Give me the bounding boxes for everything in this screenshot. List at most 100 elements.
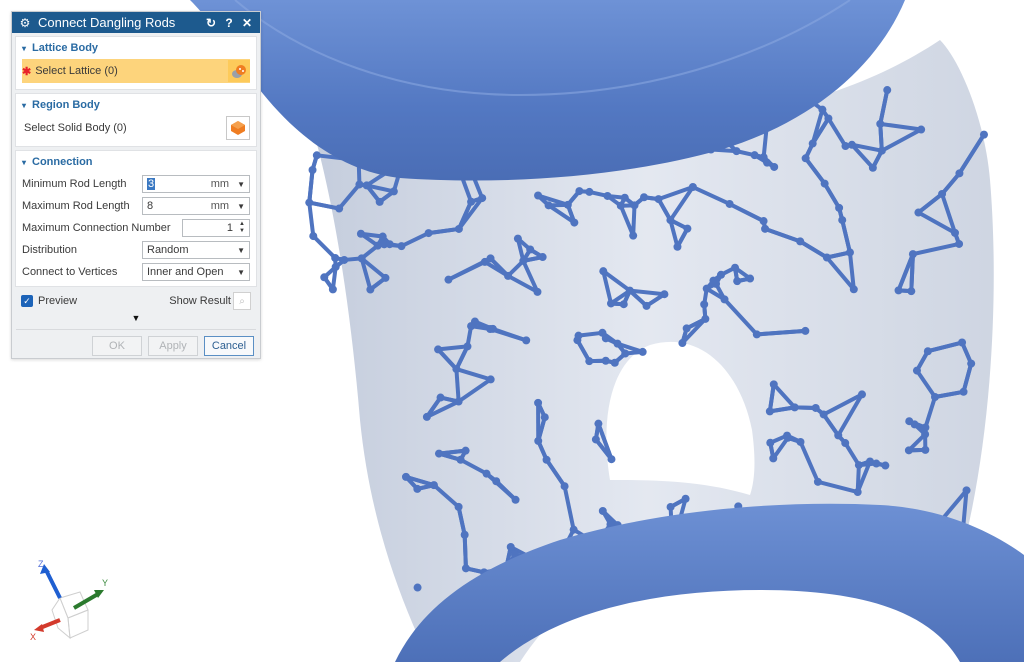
lattice-node [454,224,463,233]
lattice-node [534,398,543,407]
lattice-node [340,255,349,264]
lattice-node [389,187,398,196]
help-icon[interactable]: ? [222,16,236,30]
lattice-node [759,217,768,226]
select-solid-body-label: Select Solid Body (0) [24,122,127,134]
lattice-node [783,431,792,440]
group-lattice-body: ▾ Lattice Body ✱ Select Lattice (0) [15,36,257,90]
lattice-node [717,270,726,279]
lattice-node [355,180,364,189]
unit-label: mm [210,200,230,212]
collapse-triangle-icon: ▾ [22,157,27,167]
lattice-node [683,224,692,233]
spin-up-icon[interactable]: ▲ [239,221,245,228]
preview-checkbox[interactable]: ✓ [21,295,33,307]
lattice-node [630,201,639,210]
max-rod-length-input[interactable]: 8 mm ▼ [142,197,250,215]
apply-button[interactable]: Apply [148,336,198,356]
view-triad[interactable]: Z Y X [22,556,114,648]
cancel-button[interactable]: Cancel [204,336,254,356]
lattice-node [819,410,828,419]
min-rod-length-value[interactable]: 3 [147,178,156,190]
ok-button[interactable]: OK [92,336,142,356]
lattice-node [868,163,877,172]
lattice-node [700,300,709,309]
max-rod-length-value[interactable]: 8 [147,200,211,212]
lattice-node [454,502,463,511]
lattice-node [335,204,344,213]
lattice-node [434,345,443,354]
lattice-node [454,397,463,406]
lattice-rod [462,534,468,569]
lattice-node [666,502,675,511]
lattice-node [796,437,805,446]
max-rod-length-row: Maximum Rod Length 8 mm ▼ [16,195,256,217]
lattice-node [962,486,971,495]
preview-label[interactable]: Preview [38,295,77,307]
max-connection-number-stepper[interactable]: 1 ▲ ▼ [182,219,250,237]
close-icon[interactable]: ✕ [240,16,254,30]
lattice-node [429,481,438,490]
max-connection-number-value[interactable]: 1 [227,222,233,234]
connect-to-vertices-value: Inner and Open [147,266,224,278]
solid-body-select-icon[interactable] [226,116,250,140]
lattice-node [461,564,470,573]
distribution-select[interactable]: Random ▼ [142,241,250,259]
triad-cube [51,591,89,640]
more-options-icon[interactable]: ▼ [12,313,260,327]
reset-icon[interactable]: ↻ [204,16,218,30]
lattice-node [904,446,913,455]
lattice-node [857,390,866,399]
connect-to-vertices-select[interactable]: Inner and Open ▼ [142,263,250,281]
lattice-node [625,286,634,295]
z-axis-arrow [44,569,62,599]
lattice-node [463,342,472,351]
lattice-node [765,407,774,416]
max-connection-number-label: Maximum Connection Number [22,222,171,234]
lattice-rod [878,123,884,151]
min-rod-length-input[interactable]: 3 mm ▼ [142,175,250,193]
unit-dropdown-icon[interactable]: ▼ [237,202,245,211]
group-header-lattice-body[interactable]: ▾ Lattice Body [16,37,256,59]
lattice-node [308,165,317,174]
select-solid-body-row[interactable]: Select Solid Body (0) [22,116,250,140]
lattice-node [917,125,926,134]
group-header-region-body[interactable]: ▾ Region Body [16,94,256,116]
lattice-node [621,349,630,358]
lattice-node [569,525,578,534]
dialog-titlebar[interactable]: ⚙ Connect Dangling Rods ↻ ? ✕ [12,12,260,33]
distribution-value: Random [147,244,189,256]
lattice-rod [454,368,461,402]
lattice-node [914,208,923,217]
lattice-node [599,267,608,276]
lattice-node [331,262,340,271]
select-lattice-row[interactable]: ✱ Select Lattice (0) [22,59,250,83]
lattice-node [486,324,495,333]
lattice-node [594,419,603,428]
spin-down-icon[interactable]: ▼ [239,228,245,235]
lattice-node [813,477,822,486]
lattice-node [312,151,321,160]
lattice-node [881,461,890,470]
lattice-rod [307,202,316,237]
chevron-down-icon[interactable]: ▼ [237,268,245,277]
lattice-node [682,324,691,333]
lattice-node [959,387,968,396]
gear-icon[interactable]: ⚙ [18,16,32,30]
lattice-node [638,347,647,356]
collapse-triangle-icon: ▾ [22,43,27,53]
lattice-node [331,253,340,262]
lattice-select-icon[interactable] [228,60,250,82]
lattice-node [761,224,770,233]
lattice-node [769,454,778,463]
lattice-node [598,506,607,515]
required-star-icon: ✱ [22,65,32,78]
lattice-node [478,194,487,203]
lattice-node [845,248,854,257]
group-header-connection[interactable]: ▾ Connection [16,151,256,173]
unit-dropdown-icon[interactable]: ▼ [237,180,245,189]
magnifier-icon[interactable]: ⌕ [233,292,251,310]
lattice-node [808,139,817,148]
chevron-down-icon[interactable]: ▼ [237,246,245,255]
lattice-node [820,179,829,188]
